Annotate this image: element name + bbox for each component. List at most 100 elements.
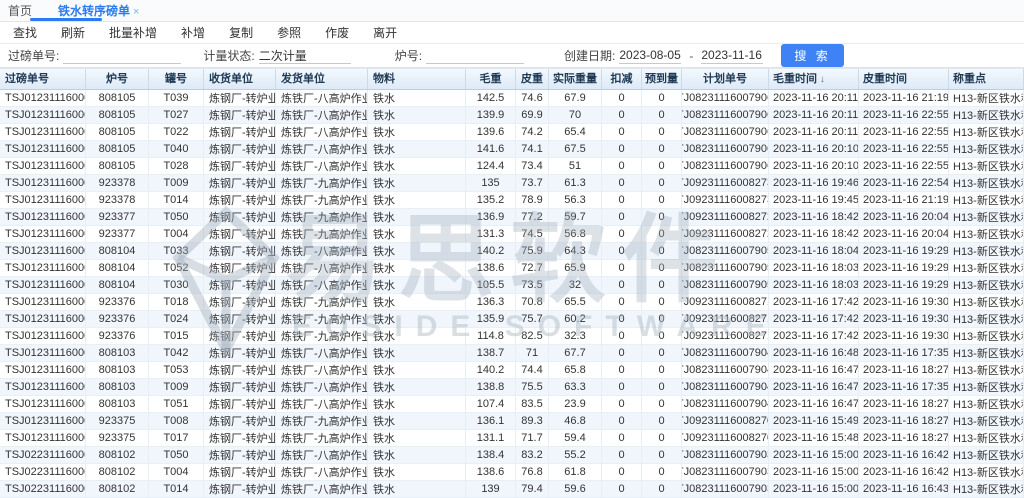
furnace-no-input[interactable] xyxy=(426,47,524,64)
column-header-station[interactable]: 称重点 xyxy=(949,69,1024,89)
cell-station: H13-新区铁水秤 xyxy=(949,124,1024,140)
table-row[interactable]: TSJ01231116000069923377T004炼钢厂-转炉业务区炼铁厂-… xyxy=(0,226,1024,243)
tab-active[interactable]: 铁水转序磅单× xyxy=(54,2,143,19)
cell-net: 60.2 xyxy=(549,311,602,327)
cell-receiver: 炼钢厂-转炉业务区 xyxy=(204,379,276,395)
column-header-tare[interactable]: 皮重 xyxy=(516,69,549,89)
table-row[interactable]: TSJ01231116000073808105T028炼钢厂-转炉业务区炼铁厂-… xyxy=(0,158,1024,175)
cell-receiver: 炼钢厂-转炉业务区 xyxy=(204,260,276,276)
column-header-ladle_no[interactable]: 罐号 xyxy=(149,69,204,89)
find-button[interactable]: 查找 xyxy=(8,23,42,42)
cell-gross: 141.6 xyxy=(466,141,516,157)
table-row[interactable]: TSJ01231116000066808104T030炼钢厂-转炉业务区炼铁厂-… xyxy=(0,277,1024,294)
cell-shipper: 炼铁厂-九高炉作业区 xyxy=(276,430,368,446)
table-row[interactable]: TSJ02231116000008808102T014炼钢厂-转炉业务区炼铁厂-… xyxy=(0,481,1024,498)
cell-weigh_no: TSJ01231116000064 xyxy=(0,311,86,327)
column-header-deduct[interactable]: 扣减 xyxy=(602,69,642,89)
cell-gross_time: 2023-11-16 16:47:47 xyxy=(769,379,859,395)
cell-deduct: 0 xyxy=(602,90,642,106)
table-row[interactable]: TSJ01231116000054923375T008炼钢厂-转炉业务区炼铁厂-… xyxy=(0,413,1024,430)
cell-net: 61.8 xyxy=(549,464,602,480)
cell-receiver: 炼钢厂-转炉业务区 xyxy=(204,430,276,446)
table-row[interactable]: TSJ01231116000077808105T027炼钢厂-转炉业务区炼铁厂-… xyxy=(0,107,1024,124)
column-header-gross_time[interactable]: 毛重时间 ↓ xyxy=(769,69,859,89)
cell-station: H13-新区铁水秤 xyxy=(949,192,1024,208)
cell-gross_time: 2023-11-16 18:42:48 xyxy=(769,226,859,242)
table-row[interactable]: TSJ01231116000072923378T009炼钢厂-转炉业务区炼铁厂-… xyxy=(0,175,1024,192)
table-row[interactable]: TSJ01231116000068808104T033炼钢厂-转炉业务区炼铁厂-… xyxy=(0,243,1024,260)
cell-receiver: 炼钢厂-转炉业务区 xyxy=(204,311,276,327)
weigh-no-input[interactable] xyxy=(63,47,181,64)
tab-home[interactable]: 首页 xyxy=(8,2,42,19)
weigh-no-label: 过磅单号: xyxy=(8,47,59,64)
cell-tare: 70.8 xyxy=(516,294,549,310)
search-button[interactable]: 搜 索 xyxy=(781,44,843,67)
table-row[interactable]: TSJ01231116000070923377T050炼钢厂-转炉业务区炼铁厂-… xyxy=(0,209,1024,226)
add-button[interactable]: 补增 xyxy=(176,23,210,42)
column-header-tare_time[interactable]: 皮重时间 xyxy=(859,69,949,89)
table-row[interactable]: TSJ02231116000009808102T004炼钢厂-转炉业务区炼铁厂-… xyxy=(0,464,1024,481)
cell-material: 铁水 xyxy=(368,294,466,310)
table-row[interactable]: TSJ01231116000076808105T022炼钢厂-转炉业务区炼铁厂-… xyxy=(0,124,1024,141)
cell-furnace_no: 923375 xyxy=(86,430,149,446)
cell-receiver: 炼钢厂-转炉业务区 xyxy=(204,328,276,344)
cell-gross_time: 2023-11-16 18:03:49 xyxy=(769,277,859,293)
table-row[interactable]: TSJ01231116000078808105T039炼钢厂-转炉业务区炼铁厂-… xyxy=(0,90,1024,107)
column-header-expected[interactable]: 预到量 xyxy=(642,69,682,89)
batch-add-button[interactable]: 批量补增 xyxy=(104,23,162,42)
table-row[interactable]: TSJ01231116000074808105T040炼钢厂-转炉业务区炼铁厂-… xyxy=(0,141,1024,158)
leave-button[interactable]: 离开 xyxy=(368,23,402,42)
column-header-net[interactable]: 实际重量 xyxy=(549,69,602,89)
column-header-furnace_no[interactable]: 炉号 xyxy=(86,69,149,89)
cell-net: 32.3 xyxy=(549,328,602,344)
column-header-material[interactable]: 物料 xyxy=(368,69,466,89)
table-row[interactable]: TSJ01231116000061808103T053炼钢厂-转炉业务区炼铁厂-… xyxy=(0,362,1024,379)
table-row[interactable]: TSJ01231116000063923376T015炼钢厂-转炉业务区炼铁厂-… xyxy=(0,328,1024,345)
cell-tare_time: 2023-11-16 19:29:54 xyxy=(859,277,949,293)
cell-station: H13-新区铁水秤 xyxy=(949,175,1024,191)
refresh-button[interactable]: 刷新 xyxy=(56,23,90,42)
table-row[interactable]: TSJ01231116000064923376T024炼钢厂-转炉业务区炼铁厂-… xyxy=(0,311,1024,328)
table-row[interactable]: TSJ01231116000065923376T018炼钢厂-转炉业务区炼铁厂-… xyxy=(0,294,1024,311)
cell-net: 67.9 xyxy=(549,90,602,106)
cell-tare: 72.7 xyxy=(516,260,549,276)
cell-expected: 0 xyxy=(642,192,682,208)
cell-net: 65.5 xyxy=(549,294,602,310)
cell-plan_no: TJ09231116008271 xyxy=(682,294,769,310)
cell-gross: 139.6 xyxy=(466,124,516,140)
cell-material: 铁水 xyxy=(368,447,466,463)
column-header-plan_no[interactable]: 计划单号 xyxy=(682,69,769,89)
measure-status-select[interactable] xyxy=(259,47,351,64)
cell-tare_time: 2023-11-16 18:27:39 xyxy=(859,396,949,412)
copy-button[interactable]: 复制 xyxy=(224,23,258,42)
date-to-input[interactable] xyxy=(701,47,763,64)
cell-weigh_no: TSJ01231116000077 xyxy=(0,107,86,123)
column-header-weigh_no[interactable]: 过磅单号 xyxy=(0,69,86,89)
sort-desc-icon[interactable]: ↓ xyxy=(817,74,825,85)
cell-weigh_no: TSJ02231116000009 xyxy=(0,464,86,480)
table-row[interactable]: TSJ01231116000059808103T051炼钢厂-转炉业务区炼铁厂-… xyxy=(0,396,1024,413)
table-row[interactable]: TSJ01231116000071923378T014炼钢厂-转炉业务区炼铁厂-… xyxy=(0,192,1024,209)
tab-close-icon[interactable]: × xyxy=(133,6,139,18)
table-row[interactable]: TSJ02231116000010808102T050炼钢厂-转炉业务区炼铁厂-… xyxy=(0,447,1024,464)
cell-ladle_no: T027 xyxy=(149,107,204,123)
cell-tare_time: 2023-11-16 21:19:17 xyxy=(859,192,949,208)
column-header-receiver[interactable]: 收货单位 xyxy=(204,69,276,89)
void-button[interactable]: 作废 xyxy=(320,23,354,42)
cell-shipper: 炼铁厂-九高炉作业区 xyxy=(276,328,368,344)
column-header-shipper[interactable]: 发货单位 xyxy=(276,69,368,89)
cell-weigh_no: TSJ01231116000071 xyxy=(0,192,86,208)
table-row[interactable]: TSJ01231116000060808103T009炼钢厂-转炉业务区炼铁厂-… xyxy=(0,379,1024,396)
table-row[interactable]: TSJ01231116000053923375T017炼钢厂-转炉业务区炼铁厂-… xyxy=(0,430,1024,447)
table-row[interactable]: TSJ01231116000062808103T042炼钢厂-转炉业务区炼铁厂-… xyxy=(0,345,1024,362)
table-row[interactable]: TSJ01231116000067808104T052炼钢厂-转炉业务区炼铁厂-… xyxy=(0,260,1024,277)
cell-gross: 114.8 xyxy=(466,328,516,344)
reference-button[interactable]: 参照 xyxy=(272,23,306,42)
cell-tare: 74.1 xyxy=(516,141,549,157)
cell-tare_time: 2023-11-16 22:55:07 xyxy=(859,107,949,123)
cell-receiver: 炼钢厂-转炉业务区 xyxy=(204,90,276,106)
column-header-gross[interactable]: 毛重 xyxy=(466,69,516,89)
cell-tare_time: 2023-11-16 20:04:40 xyxy=(859,226,949,242)
cell-receiver: 炼钢厂-转炉业务区 xyxy=(204,192,276,208)
date-from-input[interactable] xyxy=(619,47,681,64)
